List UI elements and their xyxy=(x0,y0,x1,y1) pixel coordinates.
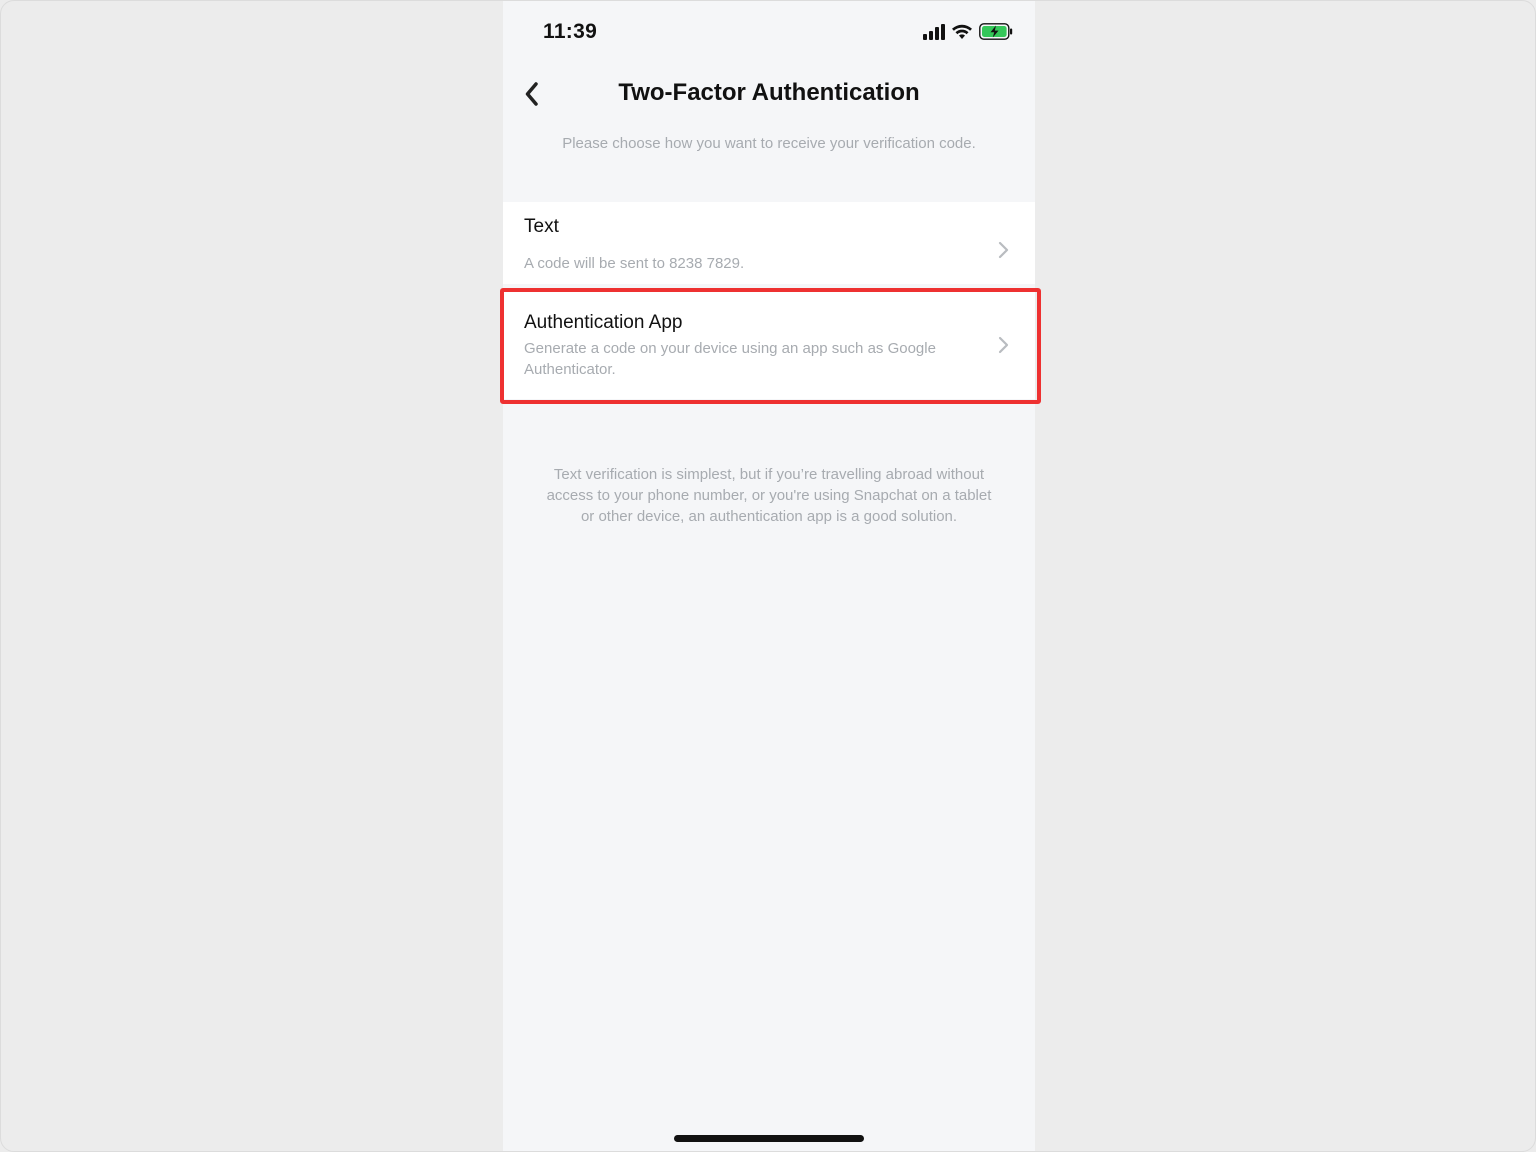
option-authentication-app[interactable]: Authentication App Generate a code on yo… xyxy=(503,291,1035,399)
page-title: Two-Factor Authentication xyxy=(618,79,920,106)
status-bar: 11:39 xyxy=(503,1,1035,61)
status-icons xyxy=(923,23,1013,45)
battery-charging-icon xyxy=(979,23,1013,45)
wifi-icon xyxy=(951,24,973,45)
option-description: Generate a code on your device using an … xyxy=(524,340,936,378)
option-text-message[interactable]: Text A code will be sent to 8238 7829. xyxy=(503,202,1035,284)
phone-screen: 11:39 Two-Factor Authentication Please c… xyxy=(503,1,1035,1151)
option-description: A code will be sent to 8238 7829. xyxy=(524,255,745,272)
nav-bar: Two-Factor Authentication xyxy=(503,61,1035,131)
cellular-signal-icon xyxy=(923,23,945,45)
screenshot-frame: 11:39 Two-Factor Authentication Please c… xyxy=(0,0,1536,1152)
chevron-right-icon xyxy=(998,336,1009,354)
option-title: Text xyxy=(524,216,559,237)
chevron-right-icon xyxy=(998,241,1009,259)
footnote-text: Text verification is simplest, but if yo… xyxy=(546,466,992,525)
home-indicator[interactable] xyxy=(674,1135,864,1142)
status-time: 11:39 xyxy=(543,20,598,43)
page-subtitle: Please choose how you want to receive yo… xyxy=(562,135,976,152)
option-title: Authentication App xyxy=(524,312,683,333)
